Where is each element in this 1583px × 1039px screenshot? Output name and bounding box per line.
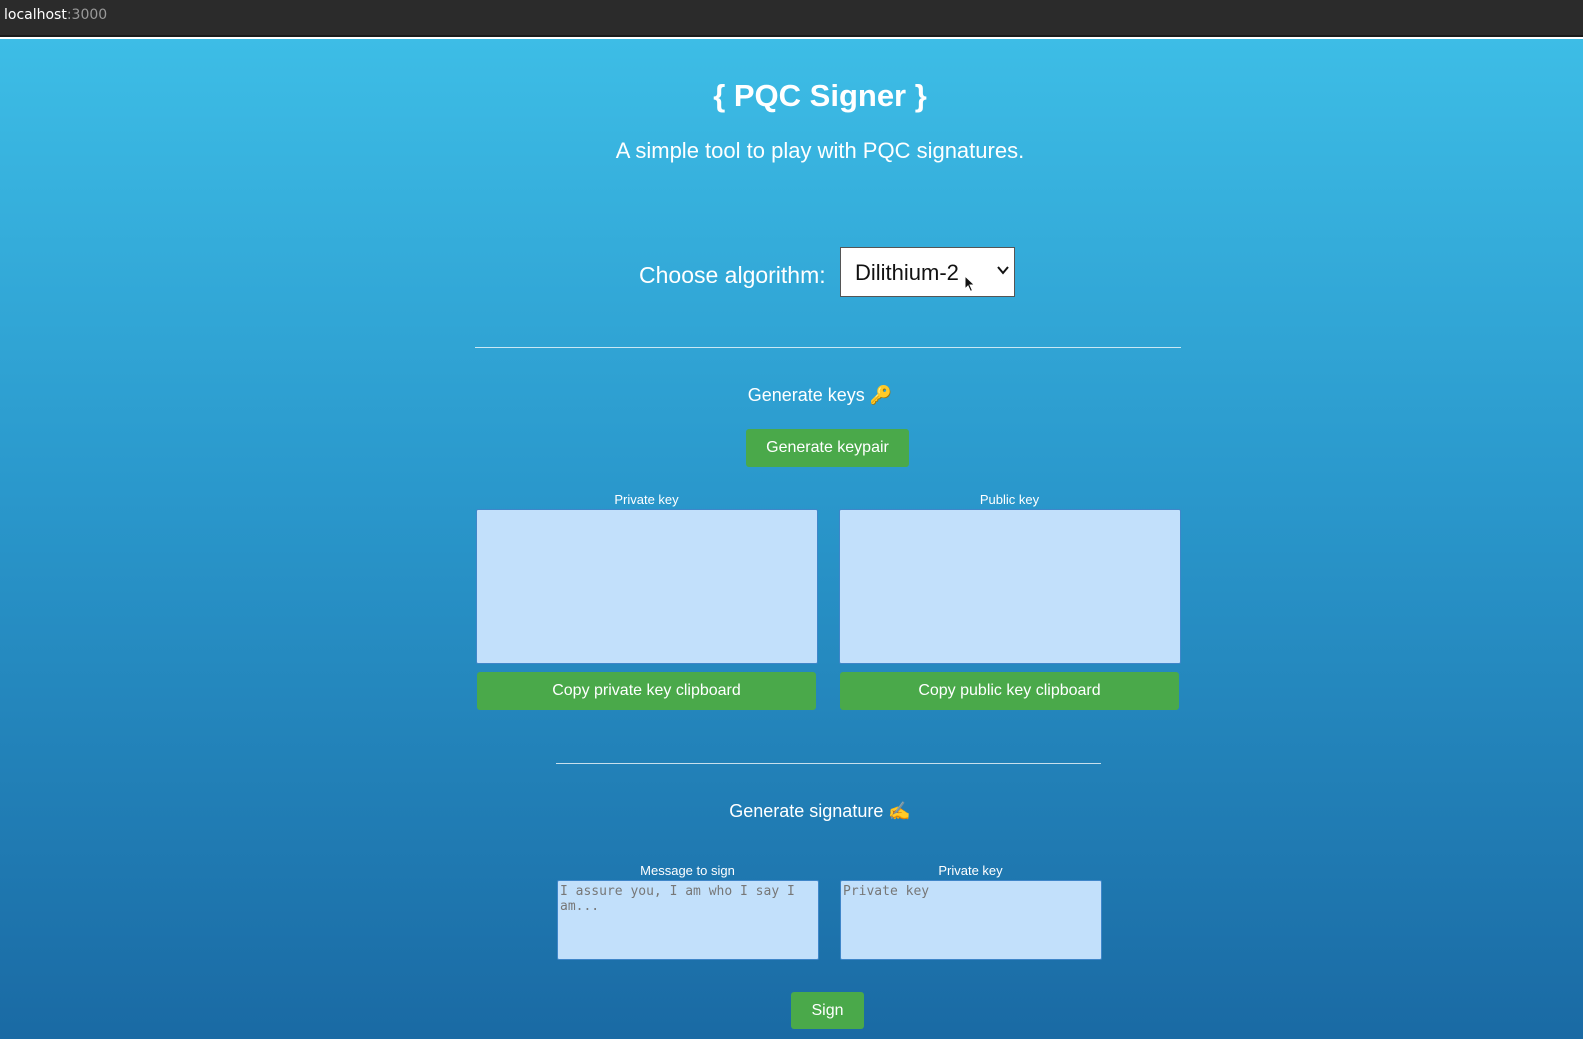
page-body: { PQC Signer } A simple tool to play wit… bbox=[0, 39, 1583, 1039]
algorithm-select[interactable]: Dilithium-2 bbox=[840, 247, 1015, 297]
private-key-textarea[interactable] bbox=[476, 509, 818, 664]
mouse-cursor-icon bbox=[964, 275, 976, 293]
message-textarea[interactable]: I assure you, I am who I say I am... bbox=[557, 880, 819, 960]
copy-private-key-button[interactable]: Copy private key clipboard bbox=[477, 672, 816, 710]
chevron-down-icon bbox=[997, 266, 1009, 275]
public-key-textarea[interactable] bbox=[839, 509, 1181, 664]
generate-keypair-button[interactable]: Generate keypair bbox=[746, 429, 909, 467]
url-text[interactable]: localhost:3000 bbox=[4, 7, 107, 23]
divider bbox=[475, 347, 1181, 348]
signature-private-key-label: Private key bbox=[938, 863, 1003, 878]
divider bbox=[556, 763, 1101, 764]
page-title: { PQC Signer } bbox=[713, 78, 927, 113]
algorithm-selected-value: Dilithium-2 bbox=[855, 260, 959, 285]
url-host: localhost bbox=[4, 7, 67, 23]
copy-public-key-button[interactable]: Copy public key clipboard bbox=[840, 672, 1179, 710]
generate-signature-heading: Generate signature ✍️ bbox=[729, 801, 911, 821]
private-key-label: Private key bbox=[614, 492, 679, 507]
page-subtitle: A simple tool to play with PQC signature… bbox=[615, 138, 1025, 163]
signature-private-key-textarea[interactable]: Private key bbox=[840, 880, 1102, 960]
public-key-label: Public key bbox=[979, 492, 1040, 507]
sign-button[interactable]: Sign bbox=[791, 992, 864, 1029]
message-to-sign-label: Message to sign bbox=[640, 863, 735, 878]
algorithm-label: Choose algorithm: bbox=[639, 262, 826, 288]
url-port: :3000 bbox=[66, 7, 108, 23]
browser-url-bar[interactable]: localhost:3000 bbox=[0, 0, 1583, 37]
generate-keys-heading: Generate keys 🔑 bbox=[747, 385, 893, 405]
